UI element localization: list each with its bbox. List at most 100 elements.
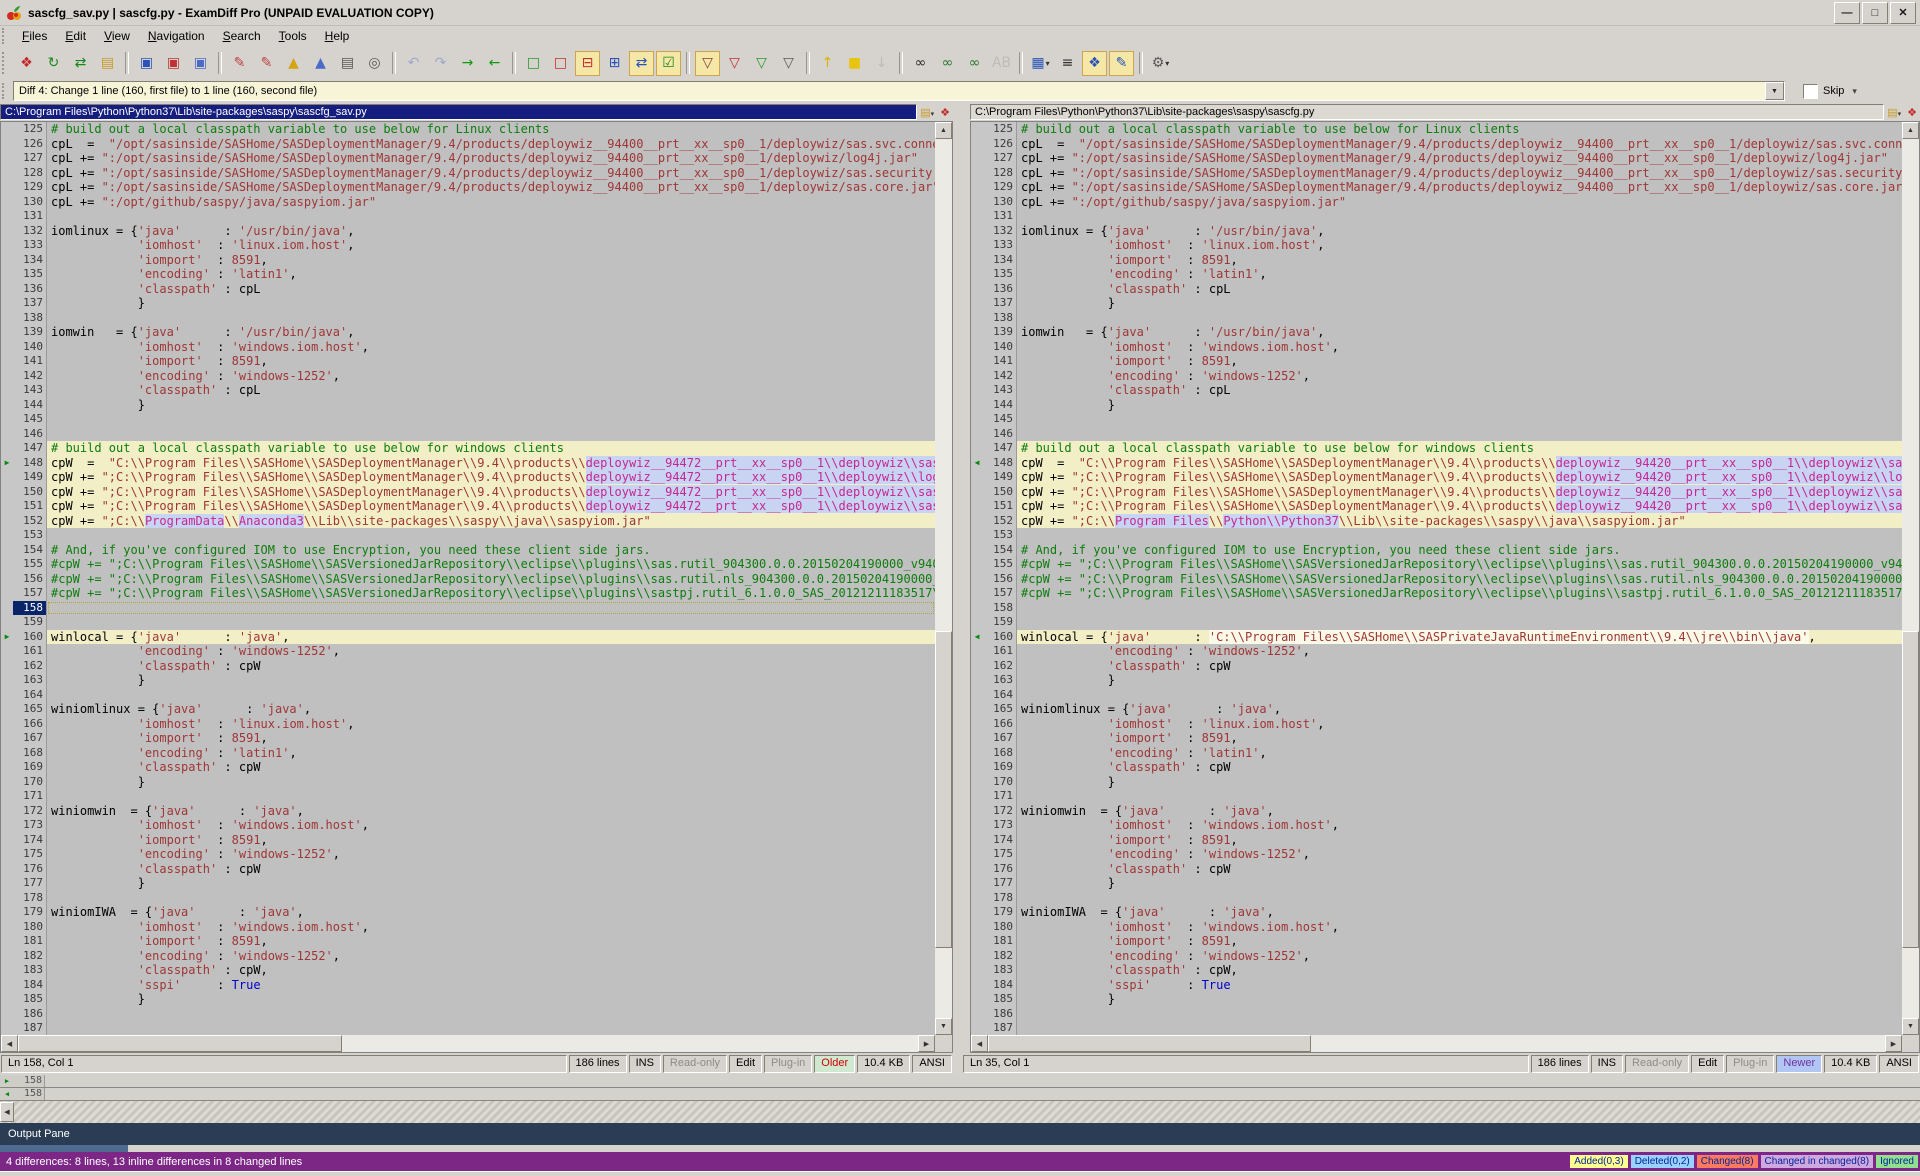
next-difference-icon[interactable]: → <box>455 51 480 76</box>
find-icon[interactable]: ∞ <box>908 51 933 76</box>
scroll-track[interactable] <box>18 1035 918 1052</box>
combo-dropdown-icon[interactable]: ▼ <box>1765 82 1784 100</box>
refresh-swap-icon[interactable]: ⇄ <box>68 51 93 76</box>
scroll-down-icon[interactable]: ▼ <box>1902 1018 1919 1035</box>
close-button[interactable]: ✕ <box>1890 2 1916 24</box>
scroll-left-icon[interactable]: ◀ <box>971 1035 988 1052</box>
new-comparison-icon[interactable]: ❖ <box>14 51 39 76</box>
current-diff-rows: ▶158◀158 <box>0 1075 1920 1101</box>
code-line-134: 134 'iomport' : 8591, <box>1 253 935 268</box>
output-tab[interactable] <box>0 1145 128 1152</box>
previous-difference-icon[interactable]: ← <box>482 51 507 76</box>
line-details-icon[interactable]: ≡ <box>1055 51 1080 76</box>
scroll-track[interactable] <box>988 1035 1885 1052</box>
toolbar-grip[interactable] <box>2 83 9 100</box>
pane-splitter[interactable] <box>953 103 970 1053</box>
scroll-thumb[interactable] <box>1902 631 1919 947</box>
save-second-icon[interactable]: ▣ <box>188 51 213 76</box>
code-text: 'encoding' : 'windows-1252', <box>47 847 935 862</box>
filter-changed-icon[interactable]: ▽ <box>722 51 747 76</box>
marker-margin <box>1 383 13 398</box>
menu-item-files[interactable]: Files <box>13 26 56 46</box>
scroll-down-icon[interactable]: ▼ <box>935 1018 952 1035</box>
filter-all-icon[interactable]: ▽ <box>695 51 720 76</box>
diff-selector-combo[interactable]: Diff 4: Change 1 line (160, first file) … <box>13 81 1785 101</box>
replace-icon[interactable]: AB <box>989 51 1014 76</box>
first-difference-icon[interactable]: ↑ <box>815 51 840 76</box>
toolbar-grip[interactable] <box>2 52 9 74</box>
right-vertical-scrollbar[interactable]: ▲ ▼ <box>1902 122 1919 1035</box>
marker-margin <box>971 1021 983 1035</box>
find-next-icon[interactable]: ∞ <box>935 51 960 76</box>
plugins-icon[interactable]: ❖ <box>1082 51 1107 76</box>
marker-margin <box>971 731 983 746</box>
output-pane-splitter[interactable]: ◀ <box>0 1101 1920 1123</box>
code-text: # And, if you've configured IOM to use E… <box>47 543 935 558</box>
split-view-icon[interactable]: ⊟ <box>575 51 600 76</box>
menu-item-view[interactable]: View <box>95 26 139 46</box>
left-vertical-scrollbar[interactable]: ▲ ▼ <box>935 122 952 1035</box>
filter-added-icon[interactable]: ▽ <box>749 51 774 76</box>
scroll-thumb[interactable] <box>988 1035 1311 1052</box>
code-line-187: 187 <box>1 1021 935 1035</box>
sync-scroll-icon[interactable]: ⇄ <box>629 51 654 76</box>
scroll-thumb[interactable] <box>935 631 952 947</box>
skip-checkbox[interactable] <box>1803 84 1818 99</box>
collapse-button[interactable]: ◀ <box>0 1102 14 1122</box>
filter-custom-icon[interactable]: ▽ <box>776 51 801 76</box>
menu-item-search[interactable]: Search <box>214 26 270 46</box>
scroll-track[interactable] <box>1902 139 1919 1018</box>
edit-first-icon[interactable]: ✎ <box>227 51 252 76</box>
menu-item-navigation[interactable]: Navigation <box>139 26 214 46</box>
recompare-icon[interactable]: ↻ <box>41 51 66 76</box>
right-code-area[interactable]: 125# build out a local classpath variabl… <box>971 122 1902 1035</box>
left-code-area[interactable]: 125# build out a local classpath variabl… <box>1 122 935 1035</box>
code-line-171: 171 <box>971 789 1902 804</box>
undo-icon[interactable]: ↶ <box>401 51 426 76</box>
toolbar-overflow-chevron-icon[interactable]: ▾ <box>1852 86 1857 97</box>
menu-item-edit[interactable]: Edit <box>56 26 95 46</box>
print-icon[interactable]: ▤ <box>335 51 360 76</box>
grid-view-icon[interactable]: ⊞ <box>602 51 627 76</box>
open-files-icon[interactable]: ▤ <box>95 51 120 76</box>
show-identical-icon[interactable]: □ <box>521 51 546 76</box>
save-second-as-icon[interactable]: ▲ <box>308 51 333 76</box>
scroll-right-icon[interactable]: ▶ <box>1885 1035 1902 1052</box>
toolbar-grip[interactable] <box>2 28 9 43</box>
line-number: 143 <box>983 383 1017 398</box>
last-difference-icon[interactable]: ↓ <box>869 51 894 76</box>
open-file-icon[interactable]: ▤▾ <box>920 106 934 119</box>
show-different-icon[interactable]: □ <box>548 51 573 76</box>
edit-second-icon[interactable]: ✎ <box>254 51 279 76</box>
compare-file-icon[interactable]: ❖ <box>1907 106 1917 119</box>
save-first-icon[interactable]: ▣ <box>161 51 186 76</box>
print-preview-icon[interactable]: ◎ <box>362 51 387 76</box>
line-number: 187 <box>983 1021 1017 1035</box>
save-first-as-icon[interactable]: ▲ <box>281 51 306 76</box>
scroll-up-icon[interactable]: ▲ <box>935 122 952 139</box>
minimize-button[interactable]: — <box>1834 2 1860 24</box>
save-icon[interactable]: ▣ <box>134 51 159 76</box>
code-line-140: 140 'iomhost' : 'windows.iom.host', <box>1 340 935 355</box>
current-difference-icon[interactable]: ■ <box>842 51 867 76</box>
menu-item-tools[interactable]: Tools <box>270 26 316 46</box>
layout-options-icon[interactable]: ▦▾ <box>1028 51 1053 76</box>
scroll-thumb[interactable] <box>18 1035 342 1052</box>
edit-mode-icon[interactable]: ✎ <box>1109 51 1134 76</box>
maximize-button[interactable]: □ <box>1862 2 1888 24</box>
marker-margin <box>1 543 13 558</box>
find-previous-icon[interactable]: ∞ <box>962 51 987 76</box>
menu-item-help[interactable]: Help <box>316 26 359 46</box>
scroll-left-icon[interactable]: ◀ <box>1 1035 18 1052</box>
left-horizontal-scrollbar[interactable]: ◀ ▶ <box>1 1035 935 1052</box>
scroll-up-icon[interactable]: ▲ <box>1902 122 1919 139</box>
open-file-icon[interactable]: ▤▾ <box>1887 106 1901 119</box>
scroll-right-icon[interactable]: ▶ <box>918 1035 935 1052</box>
right-horizontal-scrollbar[interactable]: ◀ ▶ <box>971 1035 1902 1052</box>
options-icon[interactable]: ⚙▾ <box>1148 51 1173 76</box>
show-checkboxes-icon[interactable]: ☑ <box>656 51 681 76</box>
redo-icon[interactable]: ↷ <box>428 51 453 76</box>
scroll-track[interactable] <box>935 139 952 1018</box>
compare-file-icon[interactable]: ❖ <box>940 106 950 119</box>
code-line-181: 181 'iomport' : 8591, <box>971 934 1902 949</box>
